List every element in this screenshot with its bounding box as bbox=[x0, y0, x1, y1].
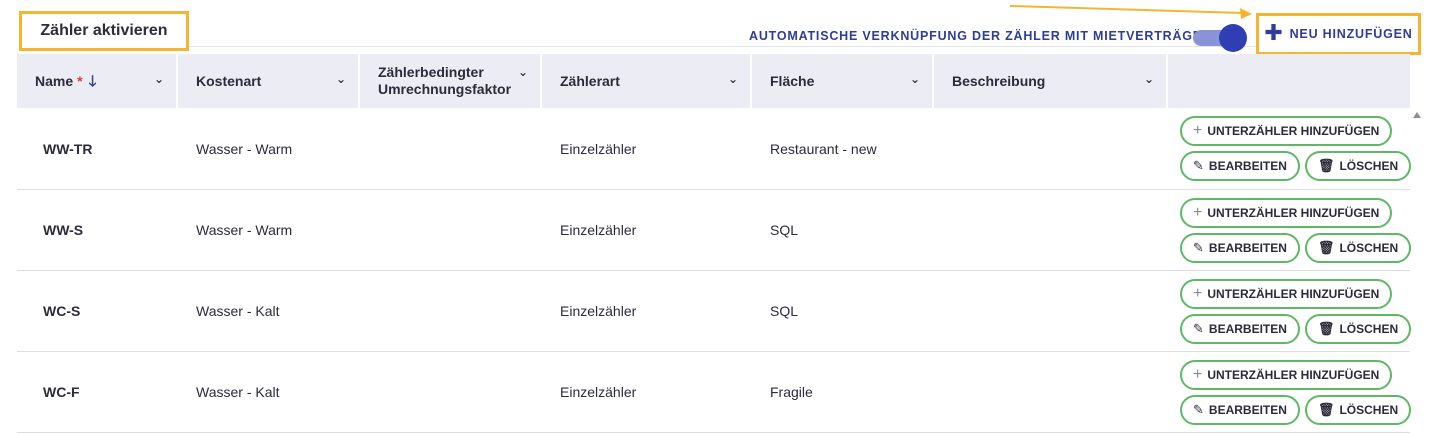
delete-button[interactable]: 🗑 LÖSCHEN bbox=[1304, 151, 1412, 181]
plus-icon: + bbox=[1193, 122, 1203, 139]
cell-flaeche: SQL bbox=[770, 222, 799, 238]
cell-kostenart: Wasser - Kalt bbox=[196, 384, 280, 400]
column-label: Beschreibung bbox=[952, 72, 1046, 89]
cell-flaeche: SQL bbox=[770, 303, 799, 319]
chevron-down-icon[interactable]: ⌄ bbox=[728, 71, 738, 88]
annotation-arrow-icon bbox=[1009, 5, 1252, 19]
add-new-button[interactable]: ✚ NEU HINZUFÜGEN bbox=[1256, 13, 1421, 55]
plus-icon: ✚ bbox=[1264, 20, 1284, 45]
trash-icon: 🗑 bbox=[1317, 401, 1335, 417]
add-sub-meter-button[interactable]: + UNTERZÄHLER HINZUFÜGEN bbox=[1180, 278, 1393, 309]
chevron-down-icon[interactable]: ⌄ bbox=[910, 71, 920, 88]
table-row: WC-S Wasser - Kalt Einzelzähler SQL + UNT… bbox=[17, 271, 1412, 352]
delete-button[interactable]: 🗑 LÖSCHEN bbox=[1304, 394, 1412, 425]
add-new-label: NEU HINZUFÜGEN bbox=[1289, 27, 1413, 41]
cell-zaehlerart: Einzelzähler bbox=[560, 303, 637, 319]
button-label: BEARBEITEN bbox=[1208, 321, 1287, 336]
auto-link-label: AUTOMATISCHE VERKNÜPFUNG DER ZÄHLER MIT … bbox=[749, 29, 1212, 43]
chevron-down-icon[interactable]: ⌄ bbox=[336, 71, 346, 88]
button-label: BEARBEITEN bbox=[1208, 240, 1287, 255]
column-label: Name bbox=[35, 72, 74, 89]
cell-zaehlerart: Einzelzähler bbox=[560, 140, 637, 157]
cell-flaeche: Restaurant - new bbox=[770, 140, 877, 157]
add-sub-meter-button[interactable]: + UNTERZÄHLER HINZUFÜGEN bbox=[1180, 116, 1393, 146]
button-label: UNTERZÄHLER HINZUFÜGEN bbox=[1207, 124, 1380, 138]
pencil-icon: ✎ bbox=[1193, 158, 1204, 173]
row-actions: + UNTERZÄHLER HINZUFÜGEN ✎ BEARBEITEN 🗑 LÖS… bbox=[1168, 116, 1412, 181]
button-label: LÖSCHEN bbox=[1339, 159, 1399, 173]
column-label: Zählerart bbox=[560, 72, 620, 89]
cell-zaehlerart: Einzelzähler bbox=[560, 222, 637, 238]
cell-name: WC-F bbox=[43, 384, 80, 400]
row-actions: + UNTERZÄHLER HINZUFÜGEN ✎ BEARBEITEN 🗑 LÖS… bbox=[1168, 359, 1412, 425]
meters-table: Name * 🡓 ⌄ Kostenart ⌄ Zählerbedingter U… bbox=[17, 54, 1412, 433]
table-body: WW-TR Wasser - Warm Einzelzähler Restaur… bbox=[17, 108, 1412, 433]
cell-kostenart: Wasser - Kalt bbox=[196, 303, 280, 319]
vertical-scrollbar[interactable] bbox=[1410, 108, 1424, 434]
cell-name: WC-S bbox=[43, 303, 81, 319]
cell-zaehlerart: Einzelzähler bbox=[560, 384, 637, 400]
button-label: BEARBEITEN bbox=[1208, 159, 1287, 173]
button-label: LÖSCHEN bbox=[1339, 240, 1399, 255]
plus-icon: + bbox=[1193, 203, 1203, 221]
table-row: WW-TR Wasser - Warm Einzelzähler Restaur… bbox=[17, 108, 1412, 190]
column-header-kostenart[interactable]: Kostenart ⌄ bbox=[178, 54, 360, 108]
edit-button[interactable]: ✎ BEARBEITEN bbox=[1180, 232, 1300, 263]
edit-button[interactable]: ✎ BEARBEITEN bbox=[1180, 394, 1300, 425]
chevron-down-icon[interactable]: ⌄ bbox=[1144, 71, 1154, 88]
pencil-icon: ✎ bbox=[1193, 239, 1204, 255]
sort-arrow-down-icon[interactable]: 🡓 bbox=[89, 73, 97, 90]
trash-icon: 🗑 bbox=[1317, 239, 1335, 255]
button-label: LÖSCHEN bbox=[1339, 402, 1399, 417]
cell-kostenart: Wasser - Warm bbox=[196, 222, 293, 238]
toolbar: Zähler aktivieren AUTOMATISCHE VERKNÜPFU… bbox=[0, 0, 1448, 56]
column-header-flaeche[interactable]: Fläche ⌄ bbox=[752, 54, 934, 108]
column-header-beschreibung[interactable]: Beschreibung ⌄ bbox=[934, 54, 1168, 108]
cell-kostenart: Wasser - Warm bbox=[196, 140, 293, 157]
required-mark: * bbox=[77, 72, 83, 89]
scroll-up-arrow-icon[interactable] bbox=[1413, 112, 1421, 118]
tab-zaehler-aktivieren[interactable]: Zähler aktivieren bbox=[19, 11, 189, 51]
trash-icon: 🗑 bbox=[1317, 320, 1335, 336]
table-header: Name * 🡓 ⌄ Kostenart ⌄ Zählerbedingter U… bbox=[17, 54, 1410, 108]
cell-name: WW-S bbox=[43, 222, 84, 238]
column-header-actions bbox=[1168, 54, 1410, 108]
column-label: Zählerbedingter Umrechnungsfaktor bbox=[378, 64, 511, 98]
table-row: WW-S Wasser - Warm Einzelzähler SQL + UNT… bbox=[17, 190, 1412, 271]
chevron-down-icon[interactable]: ⌄ bbox=[518, 64, 528, 81]
column-label: Kostenart bbox=[196, 72, 262, 89]
chevron-down-icon[interactable]: ⌄ bbox=[154, 71, 164, 88]
plus-icon: + bbox=[1193, 365, 1203, 383]
button-label: UNTERZÄHLER HINZUFÜGEN bbox=[1207, 205, 1380, 220]
add-sub-meter-button[interactable]: + UNTERZÄHLER HINZUFÜGEN bbox=[1180, 197, 1393, 228]
cell-name: WW-TR bbox=[43, 140, 93, 157]
column-label-line1: Zählerbedingter bbox=[378, 64, 484, 80]
add-sub-meter-button[interactable]: + UNTERZÄHLER HINZUFÜGEN bbox=[1180, 359, 1393, 390]
column-label: Fläche bbox=[770, 72, 815, 89]
button-label: LÖSCHEN bbox=[1339, 321, 1399, 336]
trash-icon: 🗑 bbox=[1317, 158, 1335, 173]
edit-button[interactable]: ✎ BEARBEITEN bbox=[1180, 151, 1300, 181]
tab-label: Zähler aktivieren bbox=[40, 22, 168, 39]
plus-icon: + bbox=[1193, 284, 1203, 302]
row-actions: + UNTERZÄHLER HINZUFÜGEN ✎ BEARBEITEN 🗑 LÖS… bbox=[1168, 197, 1412, 263]
column-header-name[interactable]: Name * 🡓 ⌄ bbox=[17, 54, 178, 108]
column-header-zaehlerart[interactable]: Zählerart ⌄ bbox=[542, 54, 752, 108]
column-label-line2: Umrechnungsfaktor bbox=[378, 81, 512, 97]
delete-button[interactable]: 🗑 LÖSCHEN bbox=[1304, 313, 1412, 344]
column-header-faktor[interactable]: Zählerbedingter Umrechnungsfaktor ⌄ bbox=[360, 54, 542, 108]
row-actions: + UNTERZÄHLER HINZUFÜGEN ✎ BEARBEITEN 🗑 LÖS… bbox=[1168, 278, 1412, 344]
table-row: WC-F Wasser - Kalt Einzelzähler Fragile … bbox=[17, 352, 1412, 433]
pencil-icon: ✎ bbox=[1193, 401, 1204, 417]
delete-button[interactable]: 🗑 LÖSCHEN bbox=[1304, 232, 1412, 263]
button-label: BEARBEITEN bbox=[1208, 402, 1287, 417]
button-label: UNTERZÄHLER HINZUFÜGEN bbox=[1207, 286, 1380, 301]
edit-button[interactable]: ✎ BEARBEITEN bbox=[1180, 313, 1300, 344]
cell-flaeche: Fragile bbox=[770, 384, 813, 400]
button-label: UNTERZÄHLER HINZUFÜGEN bbox=[1207, 367, 1380, 382]
pencil-icon: ✎ bbox=[1193, 320, 1204, 336]
